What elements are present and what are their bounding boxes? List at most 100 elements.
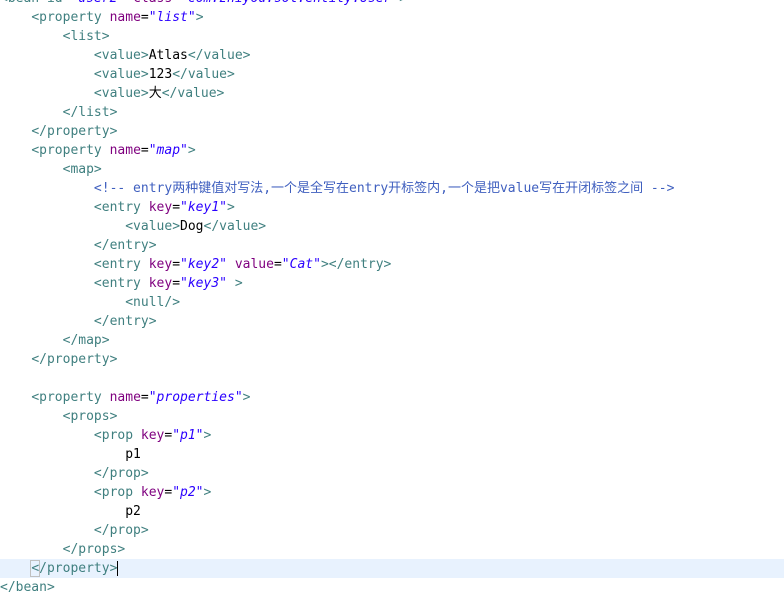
xml-equals-token: =: [172, 0, 180, 6]
xml-equals-token: =: [140, 390, 149, 405]
xml-tag-token: </map>: [62, 333, 110, 348]
code-line[interactable]: <property name="properties">: [0, 388, 784, 407]
xml-tag-token: >: [203, 428, 212, 443]
xml-tag-token: <props>: [62, 409, 118, 424]
xml-tag-token: </entry>: [93, 314, 157, 329]
xml-text-token: [0, 67, 94, 82]
xml-tag-token: <value>: [93, 86, 149, 101]
xml-tag-token: >: [187, 143, 196, 158]
xml-text-token: [125, 0, 133, 6]
xml-text-token: 大: [148, 86, 162, 101]
code-line[interactable]: </entry>: [0, 312, 784, 331]
xml-text-token: [0, 485, 94, 500]
code-line[interactable]: <map>: [0, 160, 784, 179]
xml-text-token: p1: [0, 447, 141, 462]
xml-text-token: [0, 257, 94, 272]
code-line[interactable]: p2: [0, 502, 784, 521]
xml-tag-token: </prop>: [93, 523, 149, 538]
xml-tag-token: <bean id: [0, 0, 63, 6]
xml-attribute-token: name: [109, 10, 141, 25]
xml-text-token: [0, 162, 63, 177]
xml-string-token: "user2": [70, 0, 125, 6]
code-line[interactable]: <value>Dog</value>: [0, 217, 784, 236]
xml-tag-token: </value>: [161, 86, 225, 101]
xml-tag-token: >: [234, 276, 243, 291]
xml-text-token: [0, 295, 125, 310]
xml-text-token: [0, 523, 94, 538]
code-line[interactable]: </entry>: [0, 236, 784, 255]
xml-equals-token: =: [172, 200, 181, 215]
xml-attribute-token: class: [133, 0, 172, 6]
xml-text-token: [0, 428, 94, 443]
code-line[interactable]: <!-- entry两种键值对写法,一个是全写在entry开标签内,一个是把va…: [0, 179, 784, 198]
xml-string-token: "key2": [180, 257, 227, 272]
xml-text-token: [0, 561, 31, 576]
xml-tag-token: <entry: [93, 200, 149, 215]
code-line[interactable]: <value>Atlas</value>: [0, 46, 784, 65]
xml-tag-token: >: [227, 200, 235, 215]
code-line[interactable]: </prop>: [0, 464, 784, 483]
xml-tag-token: </entry>: [93, 238, 157, 253]
code-line[interactable]: <null/>: [0, 293, 784, 312]
xml-tag-token: <list>: [62, 29, 110, 44]
xml-attribute-token: key: [140, 428, 165, 443]
xml-text-token: [0, 276, 94, 291]
xml-equals-token: =: [172, 257, 181, 272]
code-line[interactable]: p1: [0, 445, 784, 464]
xml-attribute-token: name: [109, 143, 141, 158]
code-line[interactable]: </props>: [0, 540, 784, 559]
xml-tag-token: </value>: [203, 219, 267, 234]
code-line[interactable]: <property name="list">: [0, 8, 784, 27]
code-line[interactable]: <value>123</value>: [0, 65, 784, 84]
matched-bracket-token: <: [30, 560, 41, 577]
xml-text-token: [0, 390, 31, 405]
xml-text-token: [0, 86, 94, 101]
xml-equals-token: =: [172, 276, 181, 291]
code-lines[interactable]: <bean id="user2" class="com.zhiyou.sol.e…: [0, 0, 784, 594]
xml-string-token: "p2": [172, 485, 204, 500]
xml-tag-token: >: [203, 485, 212, 500]
code-line[interactable]: <entry key="key1">: [0, 198, 784, 217]
xml-text-token: [0, 219, 125, 234]
code-line[interactable]: <bean id="user2" class="com.zhiyou.sol.e…: [0, 0, 784, 8]
code-line[interactable]: </property>: [0, 350, 784, 369]
xml-text-token: [227, 276, 235, 291]
code-line[interactable]: </list>: [0, 103, 784, 122]
code-line[interactable]: </property>: [0, 559, 784, 578]
xml-tag-token: </prop>: [93, 466, 149, 481]
xml-tag-token: <property: [31, 10, 110, 25]
xml-equals-token: =: [273, 257, 282, 272]
code-line[interactable]: [0, 369, 784, 388]
xml-tag-token: </property>: [31, 352, 118, 367]
xml-tag-token: <property: [31, 390, 110, 405]
code-line[interactable]: </map>: [0, 331, 784, 350]
xml-editor[interactable]: <bean id="user2" class="com.zhiyou.sol.e…: [0, 0, 784, 594]
code-line[interactable]: <props>: [0, 407, 784, 426]
xml-text-token: [0, 105, 63, 120]
xml-tag-token: </value>: [187, 48, 251, 63]
code-line[interactable]: <prop key="p2">: [0, 483, 784, 502]
code-line[interactable]: </prop>: [0, 521, 784, 540]
code-line[interactable]: <value>大</value>: [0, 84, 784, 103]
xml-text-token: [0, 10, 31, 25]
xml-tag-token: <property: [31, 143, 110, 158]
xml-text-token: [0, 29, 63, 44]
xml-text-token: 123: [148, 67, 173, 82]
xml-text-token: [0, 333, 63, 348]
text-caret: [117, 561, 119, 576]
xml-string-token: "key3": [180, 276, 227, 291]
xml-string-token: "key1": [180, 200, 227, 215]
code-line[interactable]: <list>: [0, 27, 784, 46]
code-line[interactable]: <property name="map">: [0, 141, 784, 160]
code-line[interactable]: </property>: [0, 122, 784, 141]
xml-text-token: [0, 200, 94, 215]
code-line[interactable]: </bean>: [0, 578, 784, 594]
xml-tag-token: </props>: [62, 542, 126, 557]
xml-tag-token: <prop: [93, 428, 141, 443]
xml-tag-token: >: [399, 0, 407, 6]
xml-tag-token: <prop: [93, 485, 141, 500]
xml-tag-token: <entry: [93, 276, 149, 291]
code-line[interactable]: <entry key="key2" value="Cat"></entry>: [0, 255, 784, 274]
code-line[interactable]: <entry key="key3" >: [0, 274, 784, 293]
code-line[interactable]: <prop key="p1">: [0, 426, 784, 445]
